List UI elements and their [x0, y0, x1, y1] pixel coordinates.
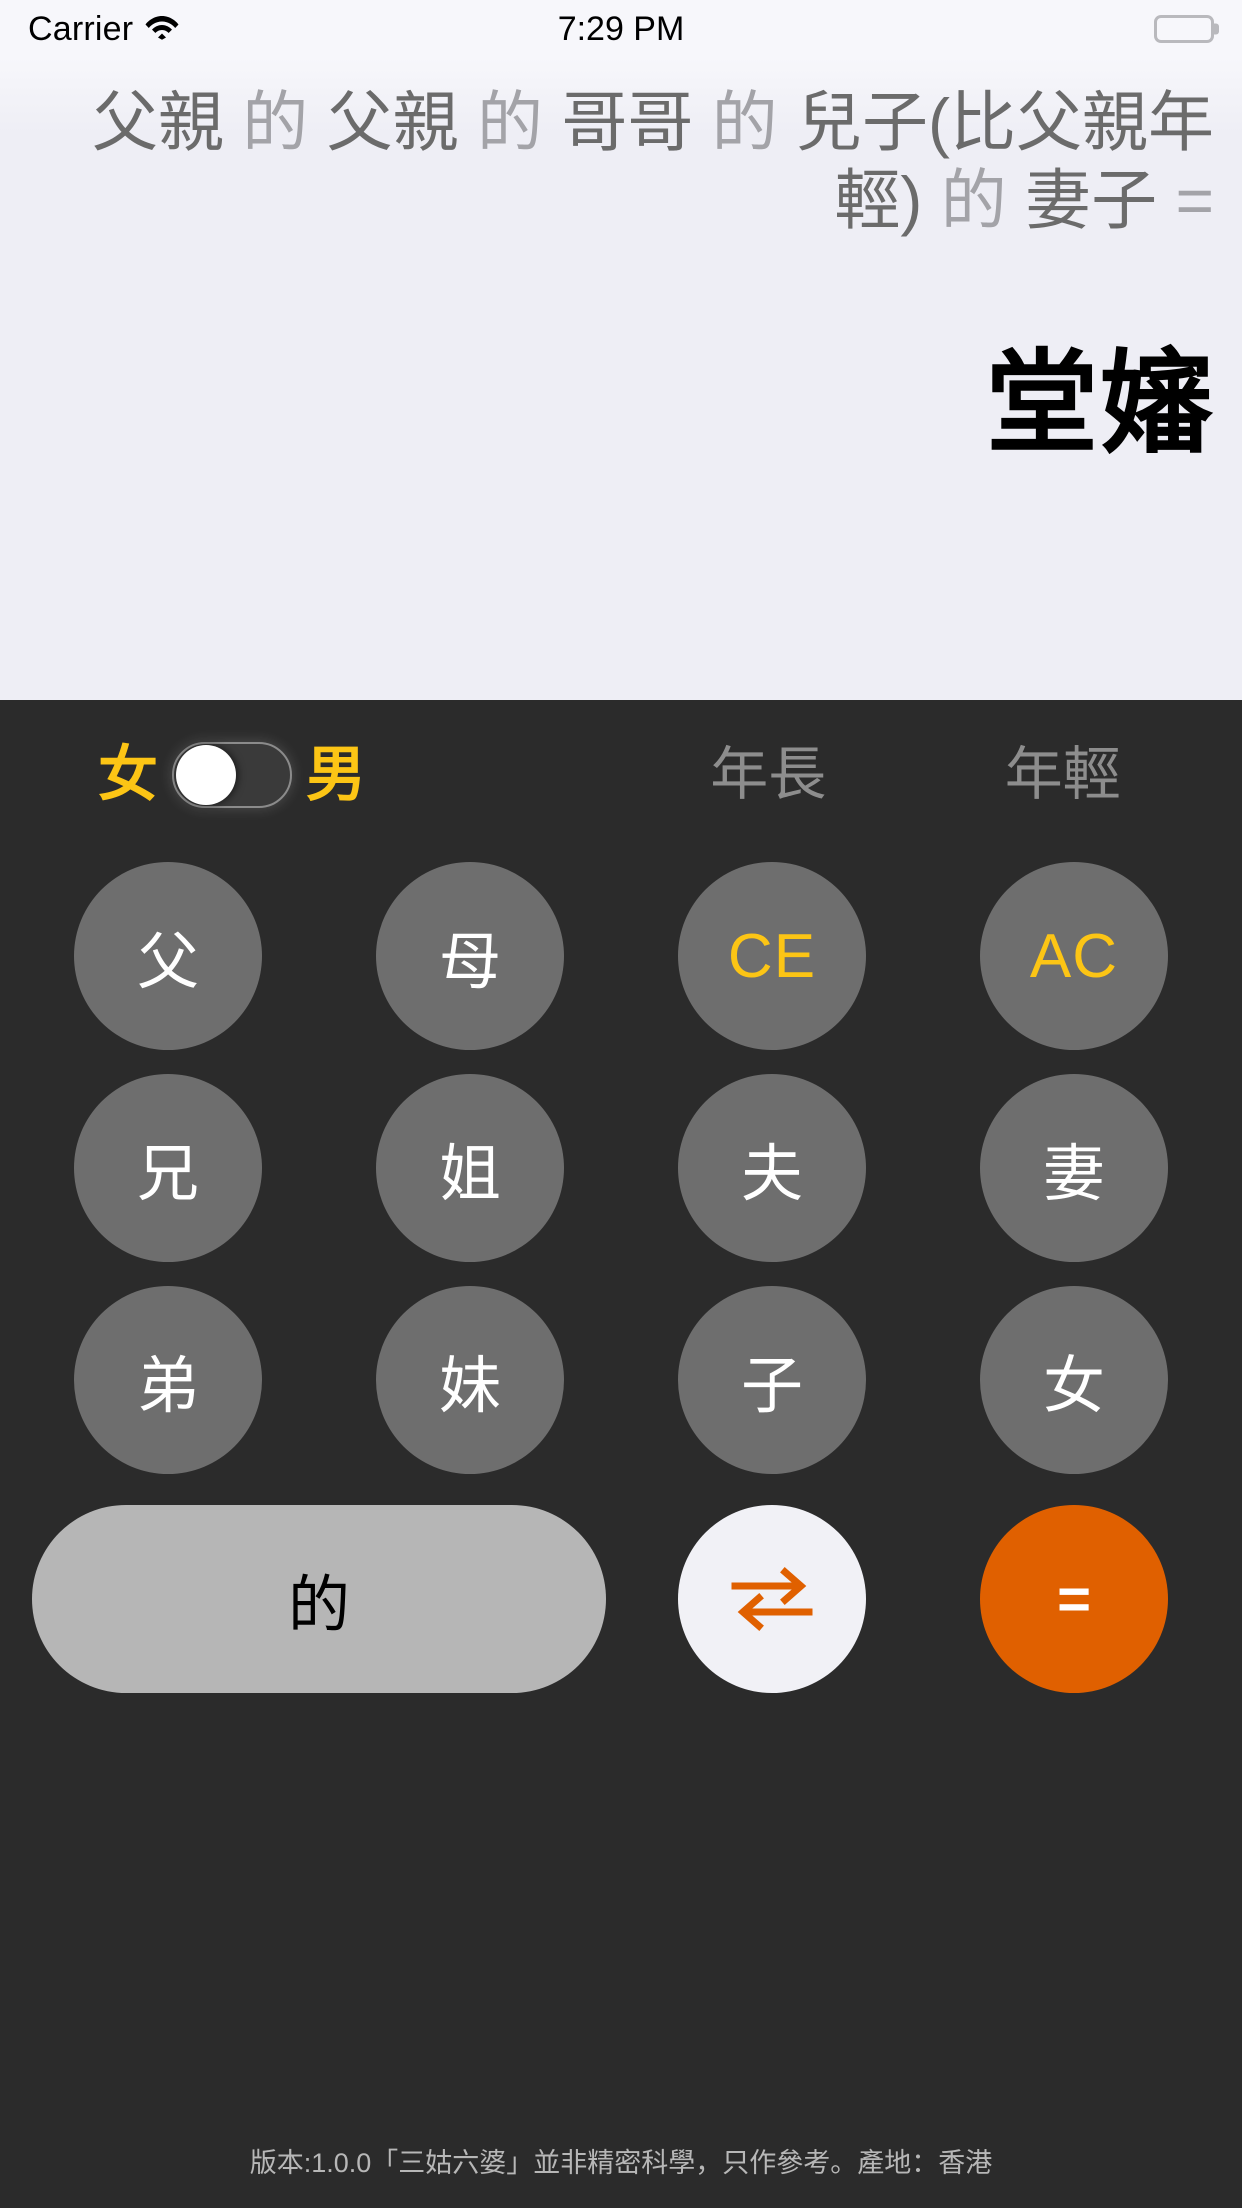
expression-token: 的: [711, 85, 797, 159]
key-elder-brother[interactable]: 兄: [74, 1074, 262, 1262]
key-grid: 父母 CE AC 兄姐夫妻弟妹子女: [32, 850, 1210, 1486]
age-labels: 年長 年輕: [621, 746, 1210, 804]
keypad: 女 男 年長 年輕 父母 CE AC 兄姐夫妻弟妹子女 的 = 版本:1.0.0…: [0, 700, 1242, 2208]
expression-text: 父親 的 父親 的 哥哥 的 兒子(比父親年輕) 的 妻子 =: [28, 58, 1214, 240]
age-older-label[interactable]: 年長: [710, 746, 826, 804]
expression-token: 父親: [91, 85, 243, 159]
key-daughter[interactable]: 女: [980, 1286, 1168, 1474]
status-bar-left: Carrier: [28, 10, 179, 49]
swap-arrows-icon: [729, 1562, 815, 1637]
gender-switch[interactable]: [172, 742, 292, 808]
wifi-icon: [145, 14, 179, 45]
clock-label: 7:29 PM: [557, 9, 685, 48]
gender-switch-knob[interactable]: [176, 745, 236, 805]
key-younger-brother[interactable]: 弟: [74, 1286, 262, 1474]
key-swap[interactable]: [678, 1505, 866, 1693]
footer-text: 版本:1.0.0「三姑六婆」並非精密科學，只作參考。產地：香港: [249, 2148, 993, 2178]
expression-token: 哥哥: [561, 85, 712, 159]
expression-token: 的: [476, 85, 562, 159]
key-father[interactable]: 父: [74, 862, 262, 1050]
status-bar: Carrier 7:29 PM: [0, 0, 1242, 58]
gender-male-label: 男: [306, 741, 366, 808]
expression-token: 妻子: [1025, 162, 1176, 237]
key-son[interactable]: 子: [678, 1286, 866, 1474]
calculator-display: 父親 的 父親 的 哥哥 的 兒子(比父親年輕) 的 妻子 = 堂嬸: [0, 58, 1242, 700]
key-all-clear[interactable]: AC: [980, 862, 1168, 1050]
expression-token: =: [1175, 162, 1214, 237]
key-husband[interactable]: 夫: [678, 1074, 866, 1262]
key-equals[interactable]: =: [980, 1505, 1168, 1693]
key-wife[interactable]: 妻: [980, 1074, 1168, 1262]
footer: 版本:1.0.0「三姑六婆」並非精密科學，只作參考。產地：香港: [32, 1708, 1210, 2208]
key-clear-entry[interactable]: CE: [678, 862, 866, 1050]
battery-icon: [1154, 15, 1214, 43]
gender-toggle[interactable]: 女 男: [32, 742, 621, 808]
age-younger-label[interactable]: 年輕: [1005, 746, 1121, 804]
key-mother[interactable]: 母: [376, 862, 564, 1050]
app-screen: Carrier 7:29 PM 父親 的 父親 的 哥哥 的 兒子(比父親年輕)…: [0, 0, 1242, 2208]
gender-female-label: 女: [98, 741, 158, 808]
expression-token: 父親: [326, 85, 477, 159]
expression-token: 的: [940, 162, 1026, 237]
result-text: 堂嬸: [986, 341, 1214, 466]
status-bar-right: [1154, 15, 1214, 43]
expression-token: 的: [242, 85, 327, 159]
bottom-key-row: 的 =: [32, 1486, 1210, 1708]
key-younger-sister[interactable]: 妹: [376, 1286, 564, 1474]
carrier-label: Carrier: [28, 9, 134, 48]
key-possessive[interactable]: 的: [32, 1505, 606, 1693]
options-row: 女 男 年長 年輕: [32, 700, 1210, 850]
key-elder-sister[interactable]: 姐: [376, 1074, 564, 1262]
